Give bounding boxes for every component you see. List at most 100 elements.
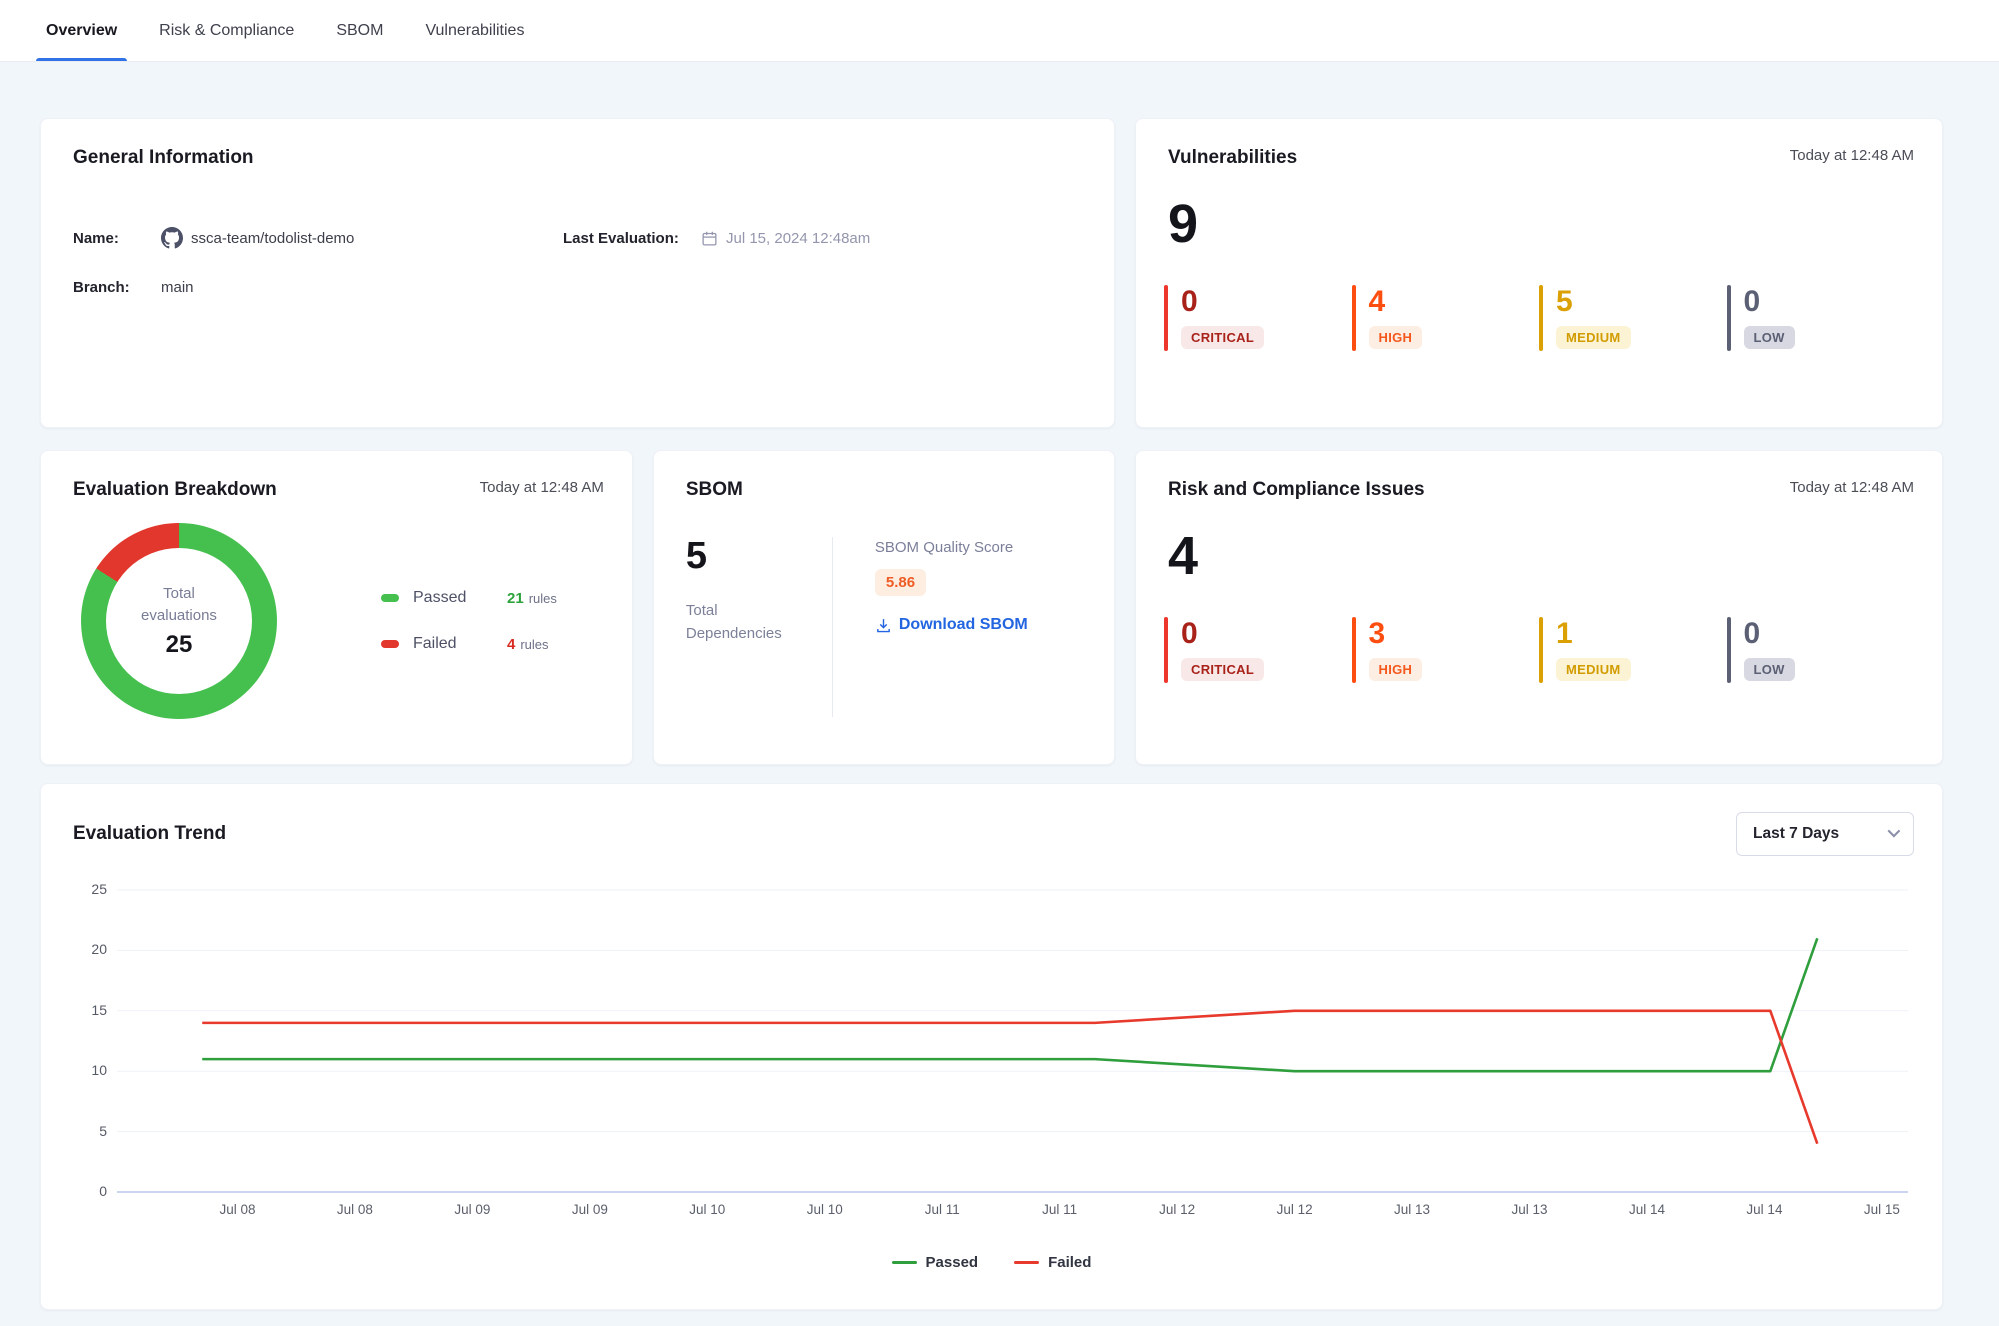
severity-badge: CRITICAL [1181, 658, 1264, 681]
download-icon [875, 617, 892, 634]
trend-plot: Jul 08Jul 08Jul 09Jul 09Jul 10Jul 10Jul … [117, 890, 1908, 1192]
x-tick-label: Jul 12 [1159, 1202, 1195, 1217]
severity-bar [1164, 617, 1168, 683]
legend-passed-row: Passed 21 rules [381, 589, 557, 607]
sbom-quality-score-badge: 5.86 [875, 569, 926, 596]
trend-legend-passed: Passed [892, 1254, 979, 1271]
passed-line-icon [892, 1261, 917, 1265]
tab-bar: Overview Risk & Compliance SBOM Vulnerab… [0, 0, 1999, 62]
severity-medium: 5 MEDIUM [1539, 285, 1727, 351]
severity-badge: HIGH [1369, 658, 1423, 681]
chevron-down-icon [1888, 824, 1901, 837]
risk-compliance-title: Risk and Compliance Issues [1164, 479, 1425, 501]
download-sbom-link[interactable]: Download SBOM [875, 616, 1028, 634]
severity-count: 1 [1556, 619, 1573, 649]
y-tick-label: 10 [69, 1062, 107, 1078]
passed-pill-icon [381, 594, 399, 602]
tab-vulnerabilities[interactable]: Vulnerabilities [423, 0, 526, 61]
severity-medium: 1 MEDIUM [1539, 617, 1727, 683]
x-tick-label: Jul 12 [1277, 1202, 1313, 1217]
evaluation-breakdown-card: Evaluation Breakdown Today at 12:48 AM T… [40, 450, 633, 765]
severity-bar [1727, 617, 1731, 683]
y-tick-label: 0 [69, 1183, 107, 1199]
vulnerabilities-severity-row: 0 CRITICAL 4 HIGH 5 MEDIUM [1164, 285, 1914, 351]
failed-pill-icon [381, 640, 399, 648]
date-range-selector[interactable]: Last 7 Days [1736, 812, 1914, 856]
sbom-card: SBOM 5 Total Dependencies SBOM Quality S… [653, 450, 1115, 765]
evaluation-trend-card: Evaluation Trend Last 7 Days Jul 08Jul 0… [40, 783, 1943, 1310]
trend-legend-failed: Failed [1014, 1254, 1091, 1271]
evaluation-legend: Passed 21 rules Failed 4 rules [381, 589, 557, 653]
severity-count: 4 [1369, 287, 1386, 317]
severity-low: 0 LOW [1727, 617, 1915, 683]
x-tick-label: Jul 09 [454, 1202, 490, 1217]
tab-sbom[interactable]: SBOM [334, 0, 385, 61]
severity-critical: 0 CRITICAL [1164, 617, 1352, 683]
name-label: Name: [73, 230, 161, 247]
risk-compliance-timestamp: Today at 12:48 AM [1790, 479, 1914, 496]
severity-bar [1164, 285, 1168, 351]
risk-severity-row: 0 CRITICAL 3 HIGH 1 MEDIUM [1164, 617, 1914, 683]
total-dependencies-value: 5 [686, 537, 832, 575]
severity-count: 0 [1181, 619, 1198, 649]
severity-count: 5 [1556, 287, 1573, 317]
y-tick-label: 15 [69, 1002, 107, 1018]
donut-center-value: 25 [166, 631, 193, 659]
x-tick-label: Jul 10 [689, 1202, 725, 1217]
severity-count: 0 [1744, 287, 1761, 317]
last-evaluation-value: Jul 15, 2024 12:48am [726, 230, 870, 247]
severity-bar [1539, 285, 1543, 351]
severity-low: 0 LOW [1727, 285, 1915, 351]
evaluation-breakdown-timestamp: Today at 12:48 AM [480, 479, 604, 496]
severity-badge: MEDIUM [1556, 658, 1631, 681]
trend-legend-passed-label: Passed [926, 1254, 979, 1271]
severity-bar [1727, 285, 1731, 351]
legend-failed-count: 4 [507, 636, 515, 653]
severity-badge: CRITICAL [1181, 326, 1264, 349]
repo-name-row: Name: ssca-team/todolist-demo [73, 227, 563, 249]
legend-passed-label: Passed [413, 589, 507, 607]
y-tick-label: 25 [69, 881, 107, 897]
divider [832, 537, 833, 717]
legend-failed-label: Failed [413, 635, 507, 653]
passed-line [202, 938, 1817, 1071]
dashboard-content: General Information Name: ssca-team/todo… [0, 62, 1999, 1310]
sbom-quality-score-label: SBOM Quality Score [875, 539, 1028, 556]
tab-risk-compliance[interactable]: Risk & Compliance [157, 0, 296, 61]
severity-badge: MEDIUM [1556, 326, 1631, 349]
x-tick-label: Jul 10 [807, 1202, 843, 1217]
total-dependencies-label: Total [686, 599, 832, 622]
severity-count: 0 [1744, 619, 1761, 649]
legend-failed-row: Failed 4 rules [381, 635, 557, 653]
branch-label: Branch: [73, 279, 161, 296]
x-tick-label: Jul 11 [925, 1202, 960, 1217]
x-tick-label: Jul 11 [1042, 1202, 1077, 1217]
general-information-title: General Information [69, 147, 254, 169]
last-evaluation-label: Last Evaluation: [563, 230, 701, 247]
last-evaluation-row: Last Evaluation: Jul 15, 2024 12:48am [563, 227, 1086, 249]
x-tick-label: Jul 13 [1512, 1202, 1548, 1217]
tab-overview[interactable]: Overview [44, 0, 119, 61]
severity-count: 0 [1181, 287, 1198, 317]
failed-line [202, 1011, 1817, 1144]
evaluation-trend-chart: Jul 08Jul 08Jul 09Jul 09Jul 10Jul 10Jul … [69, 890, 1914, 1240]
total-dependencies-label: Dependencies [686, 622, 832, 645]
x-tick-label: Jul 09 [572, 1202, 608, 1217]
github-icon [161, 227, 183, 249]
risk-compliance-total: 4 [1164, 529, 1914, 583]
donut-center-label: evaluations [141, 605, 217, 627]
vulnerabilities-total: 9 [1164, 197, 1914, 251]
x-tick-label: Jul 14 [1746, 1202, 1782, 1217]
severity-bar [1352, 285, 1356, 351]
severity-count: 3 [1369, 619, 1386, 649]
legend-passed-unit: rules [529, 591, 557, 606]
calendar-icon [701, 230, 718, 247]
date-range-value: Last 7 Days [1753, 825, 1839, 843]
x-tick-label: Jul 14 [1629, 1202, 1665, 1217]
trend-legend: Passed Failed [69, 1254, 1914, 1271]
download-sbom-label: Download SBOM [899, 616, 1028, 634]
risk-compliance-card: Risk and Compliance Issues Today at 12:4… [1135, 450, 1943, 765]
evaluations-donut-chart: Total evaluations 25 [81, 523, 277, 719]
legend-passed-count: 21 [507, 590, 524, 607]
donut-center-label: Total [163, 583, 195, 605]
